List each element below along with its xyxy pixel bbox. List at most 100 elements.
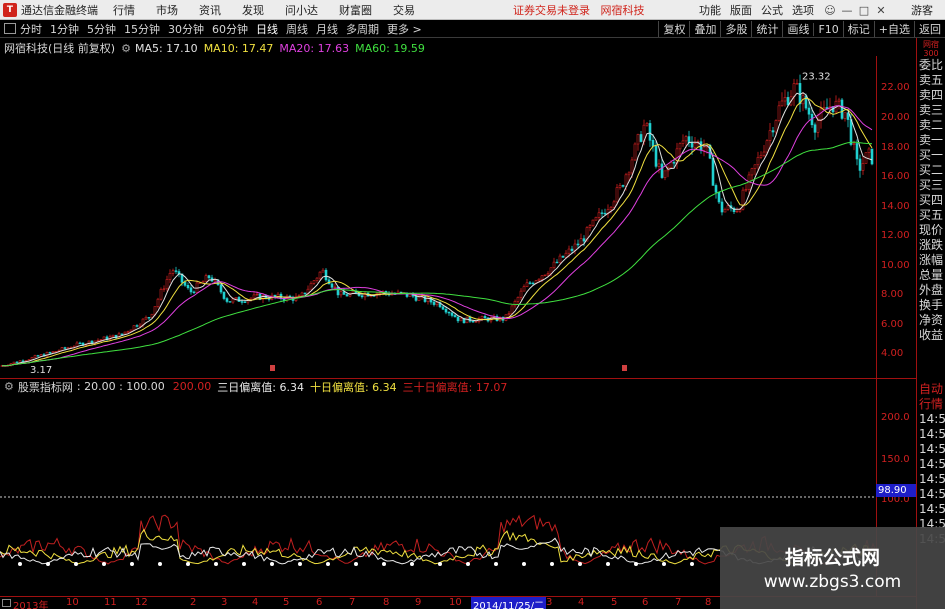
signal-dot <box>690 562 694 566</box>
layout-toggle-icon[interactable] <box>4 23 16 34</box>
period-tab-5min[interactable]: 5分钟 <box>87 21 116 37</box>
candle-body <box>579 238 583 246</box>
candle-body <box>345 294 349 297</box>
candle-body <box>465 316 469 324</box>
price-tick-label: 18.00 <box>881 141 910 153</box>
panel-tab[interactable]: 自动 <box>917 382 945 397</box>
maximize-icon[interactable]: □ <box>857 4 871 17</box>
panel-tab[interactable]: 行情 <box>917 397 945 412</box>
candle-body <box>720 201 724 213</box>
event-marker[interactable] <box>270 365 275 371</box>
candle-body <box>513 301 517 307</box>
quote-item-label: 卖五 <box>919 73 944 87</box>
period-tab-30min[interactable]: 30分钟 <box>168 21 204 37</box>
menu-wealth[interactable]: 财富圈 <box>339 2 372 18</box>
candle-body <box>507 313 511 315</box>
candle-body <box>807 107 811 115</box>
indicator-name[interactable]: 股票指标网 <box>18 379 73 395</box>
stock-code[interactable]: 网宿 300 <box>917 40 945 58</box>
event-marker[interactable] <box>622 365 627 371</box>
signal-dot <box>270 562 274 566</box>
menu-layout[interactable]: 版面 <box>730 2 752 18</box>
indicator-settings-icon[interactable]: ⚙ <box>4 380 14 393</box>
tool-back[interactable]: 返回 <box>914 21 945 37</box>
date-tick-label: 9 <box>415 597 422 608</box>
tool-f10[interactable]: F10 <box>813 22 842 36</box>
candle-body <box>480 316 484 319</box>
candle-body <box>450 312 454 316</box>
quote-item-label: 卖三 <box>919 103 944 117</box>
candle-body <box>570 248 574 251</box>
tool-adjust[interactable]: 复权 <box>658 21 689 37</box>
period-tab-weekly[interactable]: 周线 <box>286 21 308 37</box>
period-tab-timeshare[interactable]: 分时 <box>20 21 42 37</box>
signal-dot <box>354 562 358 566</box>
period-tab-1min[interactable]: 1分钟 <box>50 21 79 37</box>
tool-mark[interactable]: 标记 <box>842 21 874 37</box>
period-tab-multi[interactable]: 多周期 <box>346 21 379 37</box>
period-tab-60min[interactable]: 60分钟 <box>212 21 248 37</box>
kline-stock-title[interactable]: 网宿科技(日线 前复权) <box>4 40 115 56</box>
trade-login-notice[interactable]: 证券交易未登录 网宿科技 <box>513 2 645 18</box>
candle-body <box>594 217 598 221</box>
period-tab-15min[interactable]: 15分钟 <box>124 21 160 37</box>
signal-dot <box>326 562 330 566</box>
period-tab-more[interactable]: 更多 > <box>387 21 422 37</box>
candle-body <box>792 83 796 98</box>
minimize-icon[interactable]: — <box>840 4 854 17</box>
tool-overlay[interactable]: 叠加 <box>689 21 720 37</box>
candle-body <box>822 107 826 110</box>
candle-body <box>756 157 760 166</box>
low-price-label: 3.17 <box>30 365 52 376</box>
quote-item-label: 换手 <box>919 298 944 312</box>
menu-formula[interactable]: 公式 <box>761 2 783 18</box>
candle-body <box>762 151 766 156</box>
price-tick-label: 16.00 <box>881 171 910 183</box>
candle-body <box>483 316 487 319</box>
indicator-param-200: 200.00 <box>172 380 212 393</box>
date-tick-label: 7 <box>349 597 356 608</box>
menu-ask[interactable]: 问小达 <box>285 2 318 18</box>
menu-quotes[interactable]: 行情 <box>113 2 135 18</box>
quote-item-label: 现价 <box>919 223 944 237</box>
tool-statistics[interactable]: 统计 <box>751 21 782 37</box>
tool-multi-stock[interactable]: 多股 <box>720 21 751 37</box>
candle-body <box>759 154 763 158</box>
tick-time-label: 14:50 <box>919 502 945 516</box>
tool-draw-line[interactable]: 画线 <box>782 21 813 37</box>
candle-body <box>237 297 241 302</box>
guest-label[interactable]: 游客 <box>911 2 933 18</box>
tick-time-label: 14:50 <box>919 472 945 486</box>
candle-body <box>156 298 160 307</box>
kline-chart[interactable]: 23.32 3.17 <box>0 56 876 378</box>
candle-body <box>39 354 43 357</box>
menu-news[interactable]: 资讯 <box>199 2 221 18</box>
skin-icon[interactable]: ☺ <box>823 4 837 17</box>
candle-body <box>687 136 691 143</box>
date-tick-label: 2013年 <box>13 601 49 609</box>
settings-icon[interactable]: ⚙ <box>121 42 131 55</box>
signal-dot <box>214 562 218 566</box>
signal-dot <box>158 562 162 566</box>
tool-add-watchlist[interactable]: +自选 <box>873 21 914 37</box>
menu-options[interactable]: 选项 <box>792 2 814 18</box>
period-tab-daily[interactable]: 日线 <box>256 21 278 37</box>
date-tick-label: 6 <box>642 597 649 608</box>
candle-body <box>645 123 649 126</box>
menu-trade[interactable]: 交易 <box>393 2 415 18</box>
menu-market[interactable]: 市场 <box>156 2 178 18</box>
candle-body <box>516 297 520 302</box>
quote-item-label: 买五 <box>919 208 944 222</box>
signal-dot <box>46 562 50 566</box>
price-tick-label: 12.00 <box>881 230 910 242</box>
menu-function[interactable]: 功能 <box>699 2 721 18</box>
candle-body <box>441 306 445 310</box>
candle-body <box>774 120 778 133</box>
candle-body <box>360 295 364 298</box>
timeline-toggle-icon[interactable] <box>2 599 11 607</box>
candle-body <box>219 284 223 293</box>
menu-discover[interactable]: 发现 <box>242 2 264 18</box>
candle-body <box>222 291 226 299</box>
close-icon[interactable]: ✕ <box>874 4 888 17</box>
period-tab-monthly[interactable]: 月线 <box>316 21 338 37</box>
